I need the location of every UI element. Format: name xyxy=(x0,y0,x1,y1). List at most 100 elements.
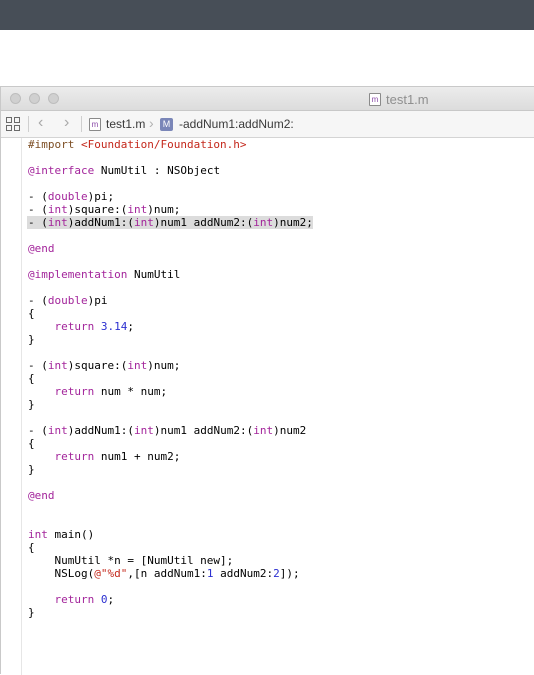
objc-file-icon: m xyxy=(369,92,381,106)
code-area[interactable]: #import <Foundation/Foundation.h> @inter… xyxy=(27,138,528,619)
related-items-grid-icon[interactable] xyxy=(6,117,20,131)
code-token: return xyxy=(54,450,95,463)
minimize-button[interactable] xyxy=(29,93,40,104)
zoom-button[interactable] xyxy=(48,93,59,104)
code-token: } xyxy=(28,606,35,619)
code-token: @"%d" xyxy=(94,567,128,580)
code-line[interactable]: @end xyxy=(28,242,528,255)
code-token: addNum2: xyxy=(213,567,274,580)
code-line[interactable]: - (int)square:(int)num; xyxy=(28,359,528,372)
code-line[interactable]: - (double)pi; xyxy=(28,190,528,203)
code-token: @implementation xyxy=(28,268,128,281)
code-line[interactable] xyxy=(28,281,528,294)
background-top-band xyxy=(0,0,534,30)
code-line[interactable] xyxy=(28,151,528,164)
code-token: )square:( xyxy=(67,359,128,372)
code-line[interactable] xyxy=(28,502,528,515)
code-line[interactable]: - (int)addNum1:(int)num1 addNum2:(int)nu… xyxy=(28,424,528,437)
code-line[interactable]: return num1 + num2; xyxy=(28,450,528,463)
code-line[interactable]: } xyxy=(28,463,528,476)
code-line[interactable]: } xyxy=(28,606,528,619)
code-token: - ( xyxy=(28,359,48,372)
code-token: } xyxy=(28,333,35,346)
code-line[interactable]: NumUtil *n = [NumUtil new]; xyxy=(28,554,528,567)
code-token: ]); xyxy=(279,567,300,580)
forward-chevron-icon[interactable]: › xyxy=(64,114,69,132)
code-token: - ( xyxy=(28,203,48,216)
code-token: )square:( xyxy=(67,203,128,216)
code-line[interactable]: return num * num; xyxy=(28,385,528,398)
code-token: } xyxy=(28,398,35,411)
method-icon: M xyxy=(160,117,173,131)
code-token: <Foundation/Foundation.h> xyxy=(80,138,247,151)
code-line[interactable] xyxy=(28,580,528,593)
code-line[interactable]: @interface NumUtil : NSObject xyxy=(28,164,528,177)
breadcrumb-method[interactable]: M -addNum1:addNum2: xyxy=(160,117,294,131)
code-token: } xyxy=(28,463,35,476)
code-token: NumUtil *n = [NumUtil new]; xyxy=(28,554,234,567)
window-title-group: m test1.m xyxy=(369,91,429,107)
breadcrumb-chevron-icon: › xyxy=(149,115,154,131)
code-token: ; xyxy=(107,593,115,606)
code-token: 2 xyxy=(273,567,280,580)
code-token: int xyxy=(47,424,68,437)
code-line[interactable] xyxy=(28,515,528,528)
code-token: int xyxy=(47,216,68,229)
code-token: - ( xyxy=(28,216,48,229)
code-line[interactable]: } xyxy=(28,333,528,346)
code-token: 3.14 xyxy=(100,320,128,333)
code-line[interactable]: int main() xyxy=(28,528,528,541)
close-button[interactable] xyxy=(10,93,21,104)
code-line[interactable]: @implementation NumUtil xyxy=(28,268,528,281)
code-token: )pi xyxy=(87,294,108,307)
code-token: int xyxy=(253,424,274,437)
code-token: @end xyxy=(28,489,55,502)
code-line[interactable]: { xyxy=(28,372,528,385)
code-token: #import xyxy=(28,138,81,151)
code-token: - ( xyxy=(28,294,48,307)
code-line[interactable]: @end xyxy=(28,489,528,502)
code-line[interactable]: - (double)pi xyxy=(28,294,528,307)
code-line[interactable] xyxy=(28,229,528,242)
code-line[interactable]: #import <Foundation/Foundation.h> xyxy=(28,138,528,151)
code-token: )num2 xyxy=(273,424,307,437)
code-line[interactable] xyxy=(28,411,528,424)
code-line[interactable]: } xyxy=(28,398,528,411)
code-line[interactable] xyxy=(28,177,528,190)
back-chevron-icon[interactable]: ‹ xyxy=(38,114,43,132)
code-line-highlighted[interactable]: - (int)addNum1:(int)num1 addNum2:(int)nu… xyxy=(27,216,313,229)
code-token: @interface xyxy=(28,164,95,177)
code-line[interactable] xyxy=(28,255,528,268)
code-line[interactable]: - (int)square:(int)num; xyxy=(28,203,528,216)
code-token: return xyxy=(54,385,95,398)
code-line[interactable]: return 0; xyxy=(28,593,528,606)
code-line[interactable]: return 3.14; xyxy=(28,320,528,333)
code-token: return xyxy=(54,320,95,333)
code-token: NSLog( xyxy=(28,567,95,580)
window-title: test1.m xyxy=(386,91,429,107)
code-line[interactable]: NSLog(@"%d",[n addNum1:1 addNum2:2]); xyxy=(28,567,528,580)
code-token: { xyxy=(28,437,35,450)
jumpbar-divider xyxy=(81,116,82,132)
code-token: ; xyxy=(127,320,134,333)
objc-file-icon: m xyxy=(89,117,101,131)
code-line[interactable]: { xyxy=(28,307,528,320)
code-line[interactable] xyxy=(28,346,528,359)
code-line[interactable]: { xyxy=(28,541,528,554)
code-token: )addNum1:( xyxy=(67,424,134,437)
code-token: @end xyxy=(28,242,55,255)
code-line[interactable]: { xyxy=(28,437,528,450)
breadcrumb-method-label: -addNum1:addNum2: xyxy=(179,117,294,131)
code-token: int xyxy=(127,359,148,372)
code-token: return xyxy=(54,593,95,606)
code-token: int xyxy=(28,528,48,541)
code-token: int xyxy=(47,203,68,216)
breadcrumb-file[interactable]: m test1.m xyxy=(89,117,145,131)
code-line[interactable] xyxy=(28,476,528,489)
source-editor[interactable]: #import <Foundation/Foundation.h> @inter… xyxy=(1,138,534,675)
code-token: )num2; xyxy=(273,216,313,229)
